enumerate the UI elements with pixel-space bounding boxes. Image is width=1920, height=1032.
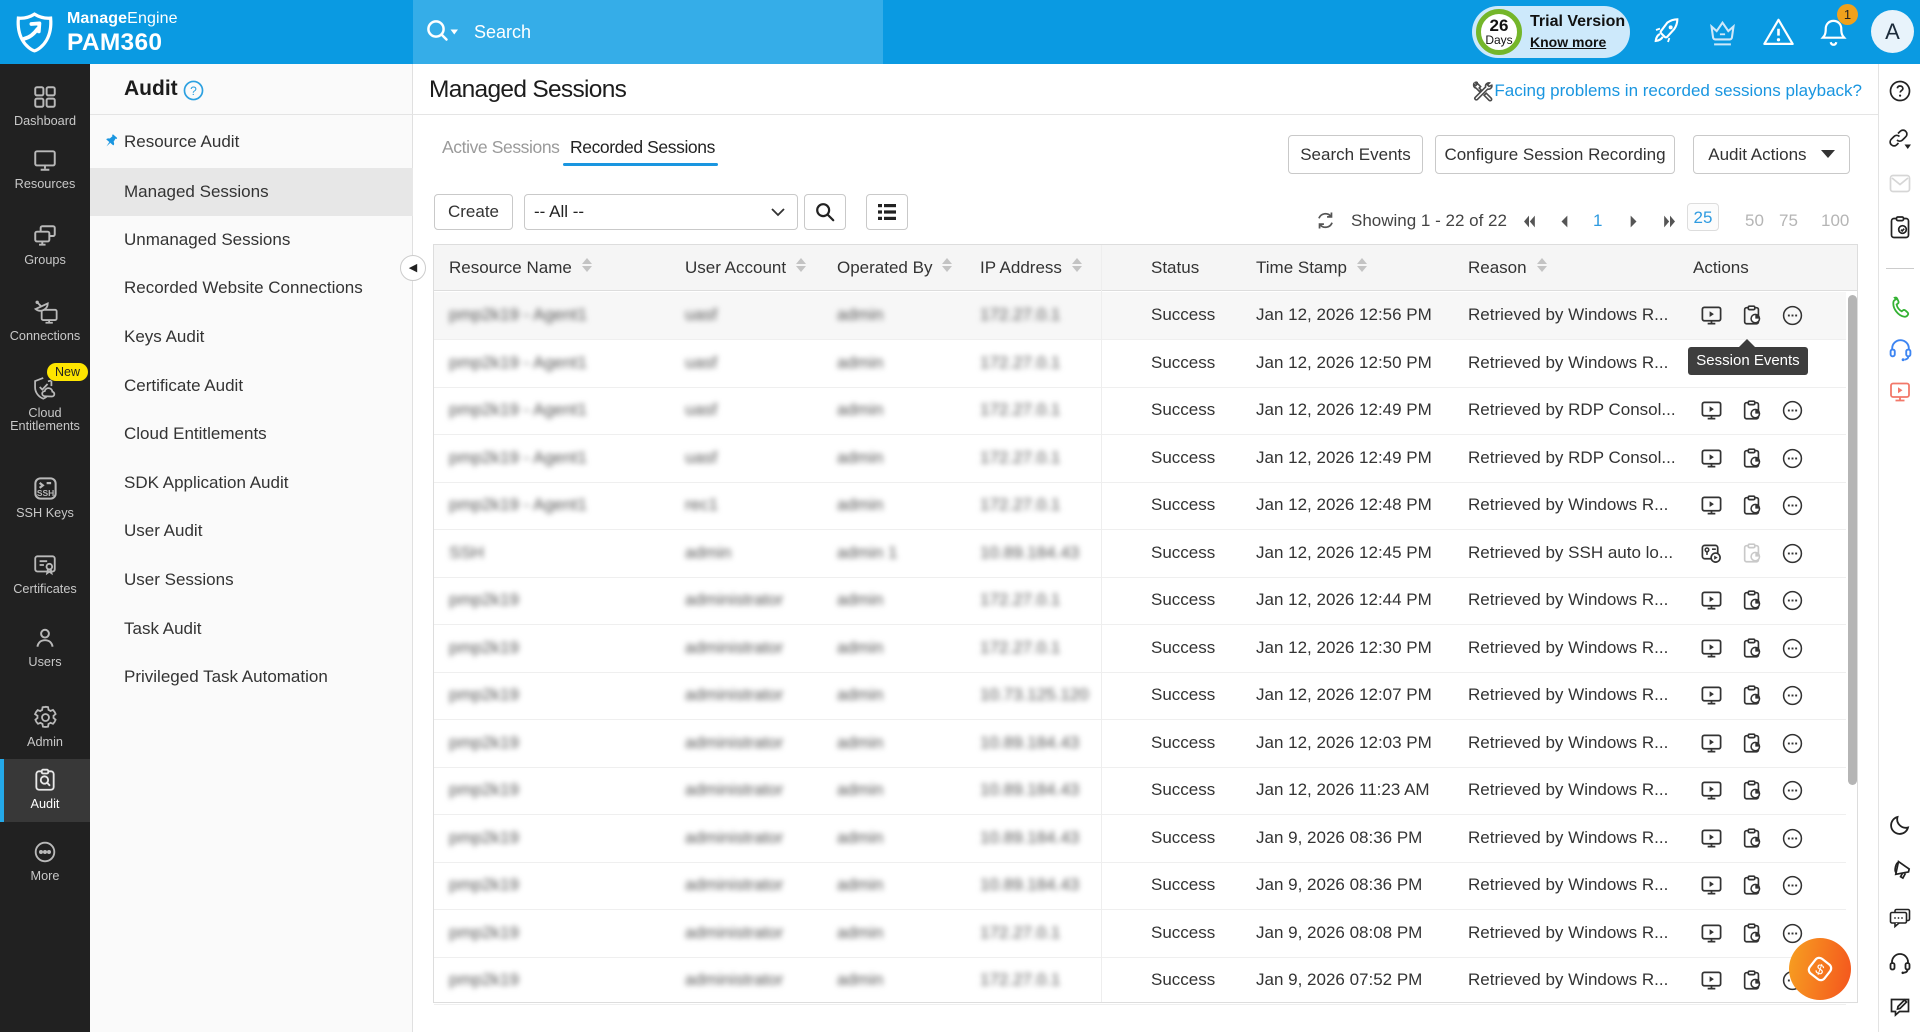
svg-text:?: ? bbox=[190, 84, 197, 98]
svg-text:$: $ bbox=[1813, 961, 1826, 979]
svg-text:SSH: SSH bbox=[36, 488, 53, 498]
